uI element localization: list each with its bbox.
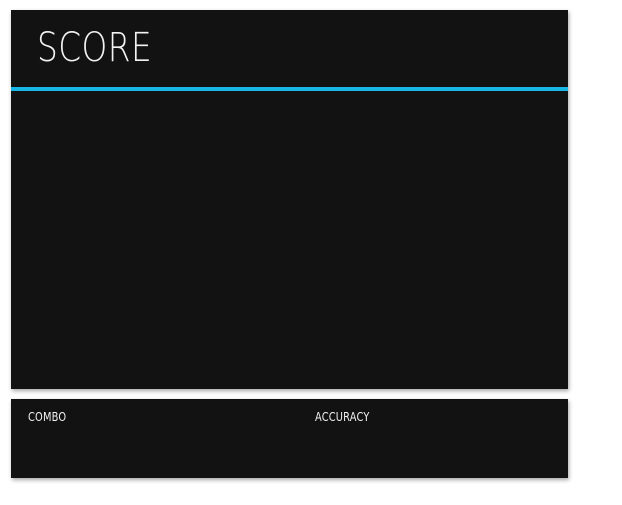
score-panel: SCORE [11, 10, 568, 389]
stats-panel: COMBO ACCURACY [11, 399, 568, 478]
accuracy-label: ACCURACY [315, 410, 370, 424]
score-divider [11, 87, 568, 91]
score-title: SCORE [37, 25, 153, 71]
combo-label: COMBO [28, 410, 67, 424]
